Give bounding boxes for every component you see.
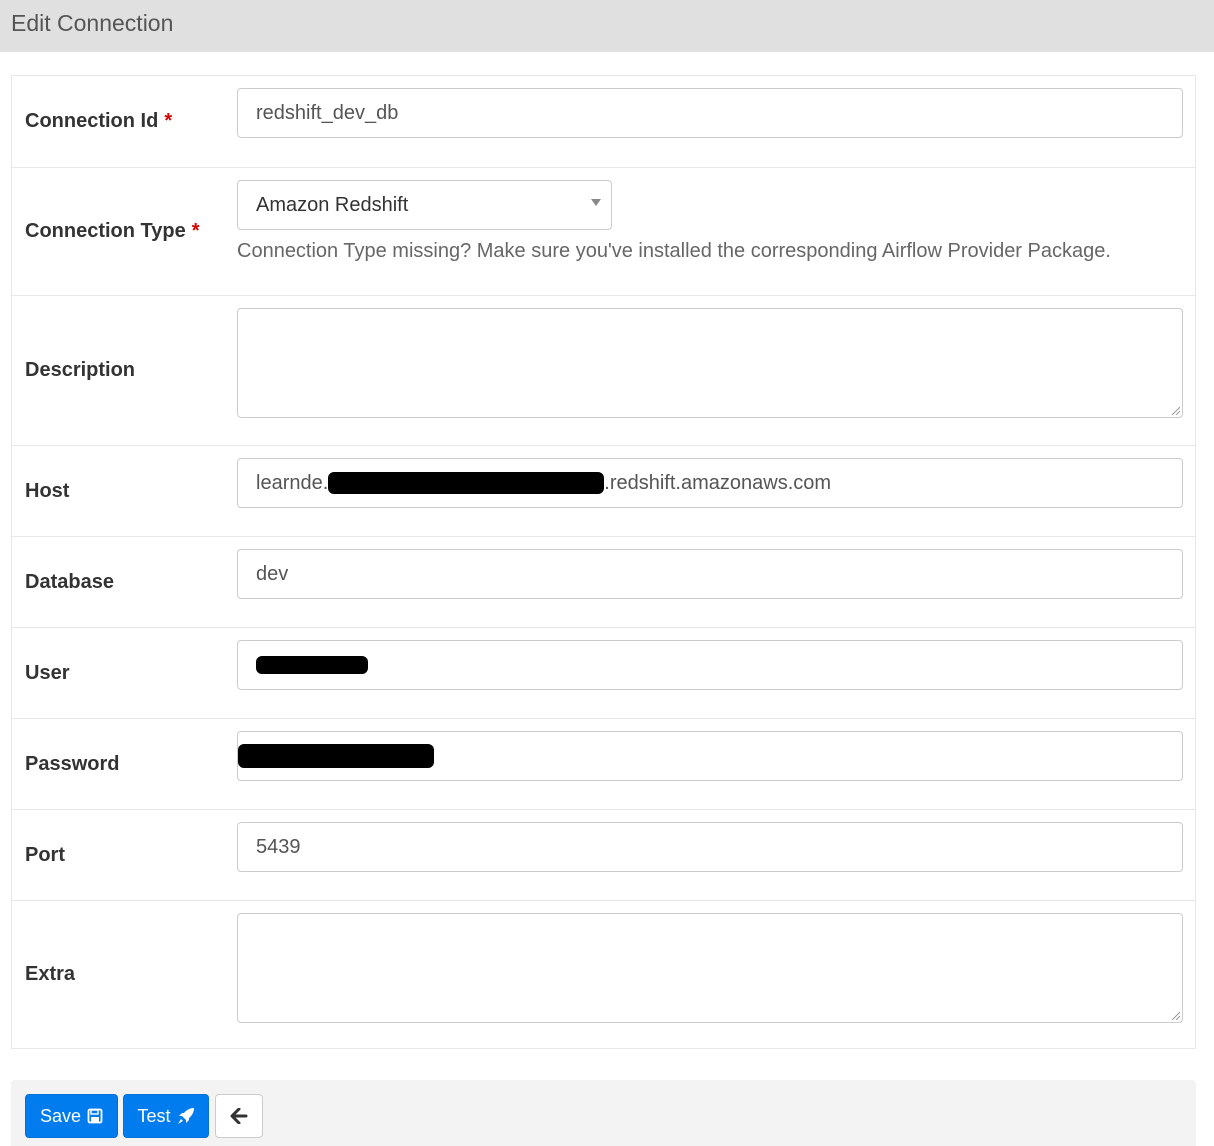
save-button-label: Save	[39, 1105, 82, 1126]
form-row-password: Password	[12, 718, 1195, 809]
connection-type-help: Connection Type missing? Make sure you'v…	[237, 240, 1111, 262]
test-button-label: Test	[137, 1105, 171, 1126]
redaction-mark	[238, 744, 434, 768]
database-value: dev	[256, 562, 289, 585]
connection-id-input[interactable]: redshift_dev_db	[237, 88, 1183, 138]
form-row-host: Host learnde. .redshift.amazonaws.com	[12, 445, 1195, 536]
host-value-prefix: learnde.	[256, 471, 329, 494]
form-row-database: Database dev	[12, 536, 1195, 627]
redaction-mark	[256, 656, 368, 674]
database-label: Database	[25, 570, 114, 593]
form-actions-bar: Save Test	[11, 1080, 1196, 1146]
description-textarea[interactable]	[237, 308, 1183, 418]
required-marker: *	[164, 110, 173, 132]
connection-id-value: redshift_dev_db	[256, 101, 399, 124]
port-label: Port	[25, 843, 65, 866]
user-label: User	[25, 661, 70, 684]
rocket-icon	[177, 1108, 194, 1124]
connection-id-label-text: Connection Id	[25, 110, 159, 132]
connection-form: Connection Id * redshift_dev_db Connecti…	[11, 75, 1196, 1049]
connection-id-label: Connection Id *	[25, 76, 172, 167]
extra-textarea[interactable]	[237, 913, 1183, 1023]
host-input[interactable]: learnde. .redshift.amazonaws.com	[237, 458, 1183, 508]
resize-handle-icon[interactable]	[1170, 1010, 1180, 1020]
extra-label: Extra	[25, 963, 76, 985]
port-value: 5439	[256, 835, 301, 858]
arrow-left-icon	[230, 1108, 248, 1124]
chevron-down-icon	[591, 199, 601, 206]
connection-type-select[interactable]: Amazon Redshift	[237, 180, 612, 230]
back-button[interactable]	[215, 1094, 263, 1138]
form-row-connection-type: Connection Type * Amazon Redshift Connec…	[12, 167, 1195, 295]
save-button[interactable]: Save	[25, 1094, 118, 1138]
host-value-suffix: .redshift.amazonaws.com	[604, 471, 832, 494]
password-label: Password	[25, 752, 120, 775]
redaction-mark	[328, 472, 605, 494]
connection-type-selected: Amazon Redshift	[256, 193, 409, 216]
form-row-description: Description	[12, 295, 1195, 445]
host-label: Host	[25, 479, 70, 502]
password-input[interactable]	[237, 731, 1183, 781]
page-title-bar: Edit Connection	[0, 0, 1214, 52]
form-row-port: Port 5439	[12, 809, 1195, 900]
floppy-disk-icon	[87, 1108, 103, 1124]
database-input[interactable]: dev	[237, 549, 1183, 599]
test-button[interactable]: Test	[123, 1094, 209, 1138]
user-input[interactable]	[237, 640, 1183, 690]
form-row-connection-id: Connection Id * redshift_dev_db	[12, 76, 1195, 167]
description-label: Description	[25, 359, 136, 381]
page-title: Edit Connection	[11, 10, 174, 36]
resize-handle-icon[interactable]	[1170, 405, 1180, 415]
form-row-user: User	[12, 627, 1195, 718]
connection-type-label: Connection Type *	[25, 168, 200, 295]
port-input[interactable]: 5439	[237, 822, 1183, 872]
connection-type-label-text: Connection Type	[25, 220, 186, 242]
required-marker: *	[191, 220, 200, 242]
form-row-extra: Extra	[12, 900, 1195, 1048]
